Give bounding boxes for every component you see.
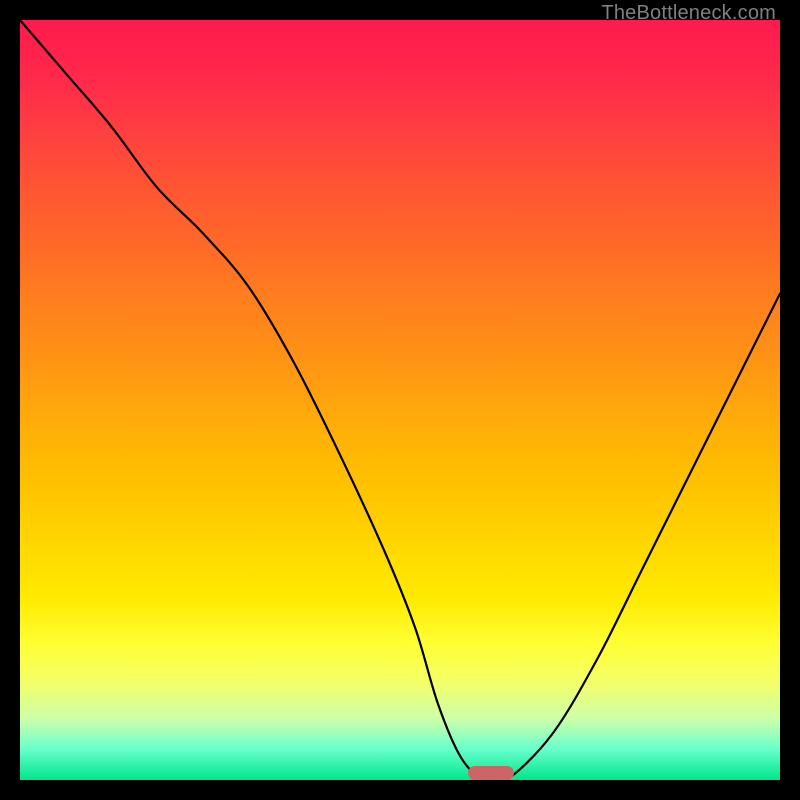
watermark-text: TheBottleneck.com [601, 2, 776, 25]
bottleneck-curve [20, 20, 780, 780]
plot-area [20, 20, 780, 780]
chart-container: TheBottleneck.com [0, 0, 800, 800]
optimal-zone-marker [468, 766, 514, 780]
